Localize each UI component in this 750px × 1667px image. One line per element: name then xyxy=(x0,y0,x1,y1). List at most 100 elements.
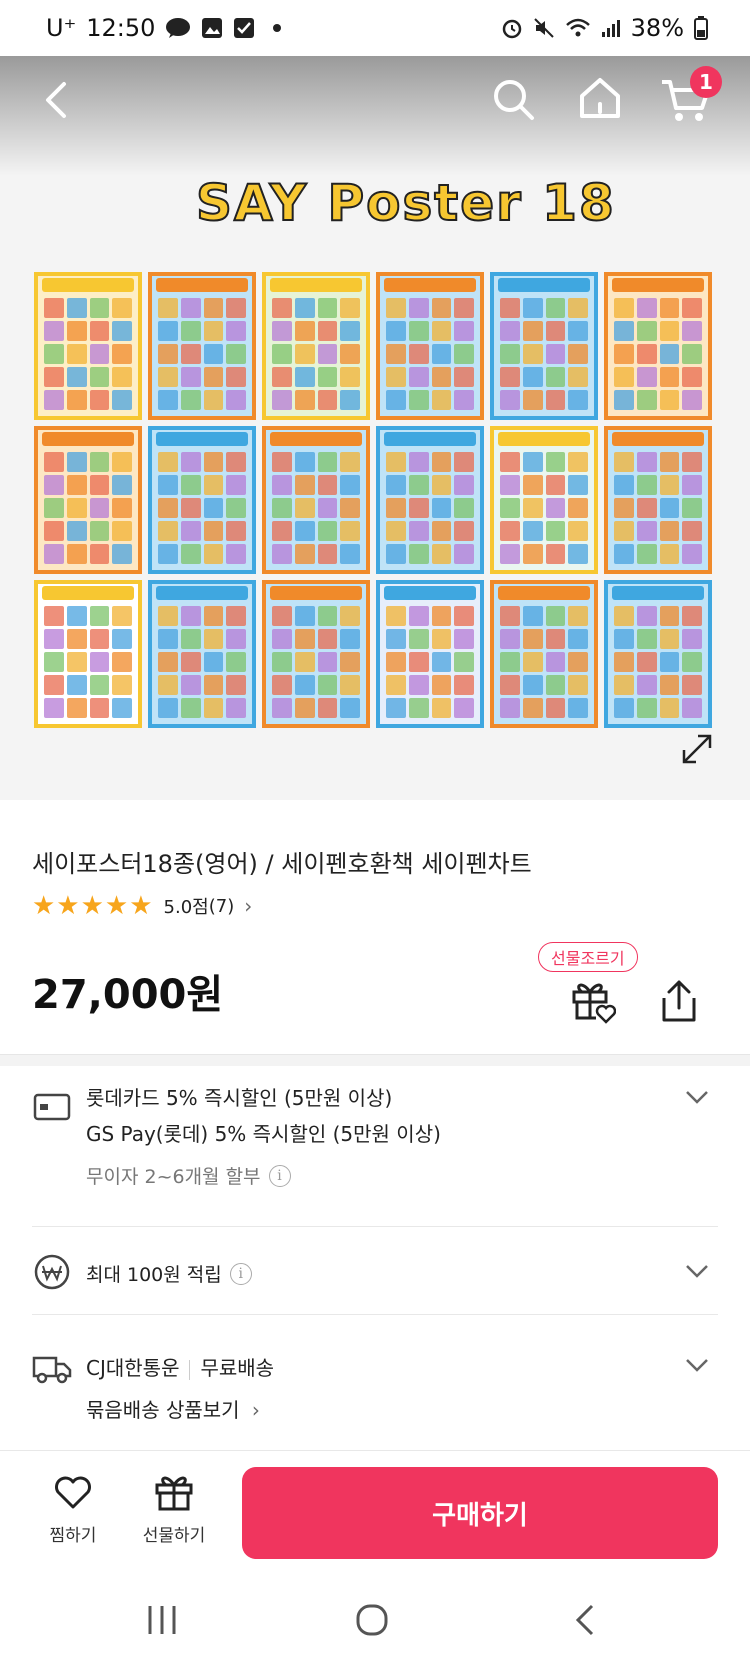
poster-cell xyxy=(203,606,224,626)
status-bar: U⁺ 12:50 38% xyxy=(0,0,750,56)
buy-now-button[interactable]: 구매하기 xyxy=(242,1467,718,1559)
chevron-right-icon: › xyxy=(244,894,253,918)
poster-cell xyxy=(340,344,360,364)
poster-cell xyxy=(294,452,315,472)
poster-header xyxy=(156,278,248,292)
shipping-row[interactable]: CJ대한통운 무료배송 묶음배송 상품보기 › xyxy=(32,1348,718,1428)
poster-cell xyxy=(158,452,178,472)
poster-cell xyxy=(386,698,406,718)
poster-cell xyxy=(408,698,429,718)
poster-cell xyxy=(226,298,246,318)
poster-cell xyxy=(545,298,566,318)
poster-cell xyxy=(317,652,338,672)
poster-cell xyxy=(659,390,680,410)
poster-cell xyxy=(180,452,201,472)
gift-button[interactable]: 선물하기 xyxy=(136,1473,212,1546)
info-icon[interactable]: i xyxy=(229,1262,252,1285)
poster-cell xyxy=(66,321,87,341)
row-divider xyxy=(32,1314,718,1315)
poster-cell xyxy=(614,675,634,695)
poster-cell xyxy=(158,521,178,541)
poster-cell xyxy=(431,321,452,341)
poster-cell xyxy=(158,475,178,495)
poster-cell xyxy=(272,629,292,649)
poster-cell xyxy=(180,390,201,410)
poster-cell xyxy=(180,475,201,495)
system-back-button[interactable] xyxy=(566,1600,606,1640)
poster-cell xyxy=(431,390,452,410)
poster-cells xyxy=(500,452,588,564)
installment-text: 무이자 2~6개월 할부 xyxy=(86,1166,261,1188)
home-button[interactable] xyxy=(576,74,624,122)
recent-apps-button[interactable] xyxy=(142,1600,182,1640)
poster-cell xyxy=(180,298,201,318)
poster-cell xyxy=(294,344,315,364)
poster-cell xyxy=(659,698,680,718)
poster-cell xyxy=(317,298,338,318)
poster-cell xyxy=(522,521,543,541)
poster-cell xyxy=(203,544,224,564)
poster-cells xyxy=(386,452,474,564)
search-icon xyxy=(494,80,534,120)
home-system-button[interactable] xyxy=(352,1600,392,1640)
share-button[interactable] xyxy=(658,978,700,1024)
poster-header xyxy=(498,278,590,292)
chevron-down-icon[interactable] xyxy=(684,1352,710,1378)
poster-cell xyxy=(203,521,224,541)
gift-request-button[interactable] xyxy=(570,978,617,1024)
poster-cell xyxy=(66,652,87,672)
poster-cell xyxy=(226,675,246,695)
poster-cell xyxy=(317,675,338,695)
points-row[interactable]: 최대 100원 적립 i xyxy=(32,1252,718,1292)
poster-cell xyxy=(66,344,87,364)
poster-cell xyxy=(226,390,246,410)
poster-cell xyxy=(158,629,178,649)
poster-cell xyxy=(158,544,178,564)
poster-cell xyxy=(89,544,110,564)
poster-cell xyxy=(89,367,110,387)
expand-button[interactable] xyxy=(680,732,714,766)
poster-cells xyxy=(614,452,702,564)
poster-cell xyxy=(44,698,64,718)
poster-cell xyxy=(272,475,292,495)
poster-cell xyxy=(408,675,429,695)
card-discount-row[interactable]: 롯데카드 5% 즉시할인 (5만원 이상) GS Pay(롯데) 5% 즉시할인… xyxy=(32,1082,718,1188)
search-button[interactable] xyxy=(490,76,538,124)
chevron-down-icon[interactable] xyxy=(684,1084,710,1110)
poster-cell xyxy=(317,321,338,341)
gift-request-tag[interactable]: 선물조르기 xyxy=(538,942,638,972)
bundle-shipping-link[interactable]: 묶음배송 상품보기 › xyxy=(86,1394,260,1423)
poster-cell xyxy=(614,698,634,718)
poster-cell xyxy=(659,475,680,495)
poster-cell xyxy=(44,390,64,410)
poster-cell xyxy=(454,652,474,672)
poster-cell xyxy=(158,652,178,672)
chevron-down-icon[interactable] xyxy=(684,1258,710,1284)
poster-cell xyxy=(454,606,474,626)
back-button[interactable] xyxy=(36,78,80,122)
chevron-right-icon: › xyxy=(251,1398,260,1422)
poster-cell xyxy=(112,606,132,626)
poster-thumbnail xyxy=(490,426,598,574)
poster-cell xyxy=(636,521,657,541)
poster-cell xyxy=(66,298,87,318)
poster-cell xyxy=(614,367,634,387)
poster-cell xyxy=(294,498,315,518)
poster-cell xyxy=(112,629,132,649)
wishlist-button[interactable]: 찜하기 xyxy=(40,1473,106,1546)
poster-cell xyxy=(659,629,680,649)
rating-summary[interactable]: ★★★★★ 5.0점 (7) › xyxy=(32,891,253,921)
expand-icon xyxy=(682,734,712,764)
product-price: 27,000원 xyxy=(32,972,224,1018)
poster-cell xyxy=(500,629,520,649)
poster-cell xyxy=(431,544,452,564)
info-icon[interactable]: i xyxy=(268,1164,291,1187)
poster-cell xyxy=(158,698,178,718)
poster-thumbnail xyxy=(34,272,142,420)
poster-cell xyxy=(568,344,588,364)
product-image[interactable]: 1 SAY Poster 18 xyxy=(0,56,750,800)
poster-cell xyxy=(44,498,64,518)
poster-cell xyxy=(636,629,657,649)
poster-cell xyxy=(44,629,64,649)
poster-cell xyxy=(180,367,201,387)
